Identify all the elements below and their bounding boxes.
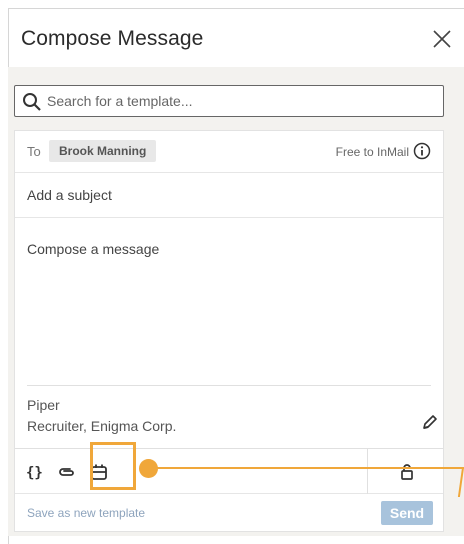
message-card: To Brook Manning Free to InMail Add a su… — [14, 130, 444, 532]
template-search[interactable] — [14, 85, 444, 117]
dialog-header: Compose Message — [9, 9, 464, 75]
svg-text:{}: {} — [26, 465, 43, 481]
callout-leader-line — [155, 467, 464, 469]
inmail-status: Free to InMail — [335, 145, 409, 159]
signature-title: Recruiter, Enigma Corp. — [27, 418, 177, 434]
search-icon — [23, 93, 41, 111]
callout-highlight-box — [90, 442, 136, 490]
pencil-icon[interactable] — [421, 413, 439, 431]
subject-field[interactable]: Add a subject — [15, 174, 443, 218]
insert-variable-icon[interactable]: {} — [25, 462, 45, 482]
message-body-placeholder[interactable]: Compose a message — [27, 241, 159, 257]
message-footer: Save as new template Send — [15, 495, 443, 531]
to-label: To — [27, 144, 41, 159]
info-icon[interactable] — [413, 142, 431, 160]
search-input[interactable] — [47, 90, 437, 112]
signature-name: Piper — [27, 397, 60, 413]
send-button[interactable]: Send — [381, 501, 433, 525]
signature-divider — [27, 385, 431, 386]
message-toolbar: {} — [15, 448, 443, 494]
lock-icon[interactable] — [397, 462, 417, 482]
save-template-link[interactable]: Save as new template — [27, 506, 145, 520]
recipient-chip[interactable]: Brook Manning — [49, 140, 157, 162]
close-icon[interactable] — [430, 27, 454, 51]
subject-placeholder: Add a subject — [27, 187, 112, 203]
recipient-row: To Brook Manning Free to InMail — [15, 131, 443, 173]
attachment-icon[interactable] — [57, 462, 77, 482]
toolbar-divider — [367, 449, 368, 494]
dialog-title: Compose Message — [21, 27, 204, 50]
